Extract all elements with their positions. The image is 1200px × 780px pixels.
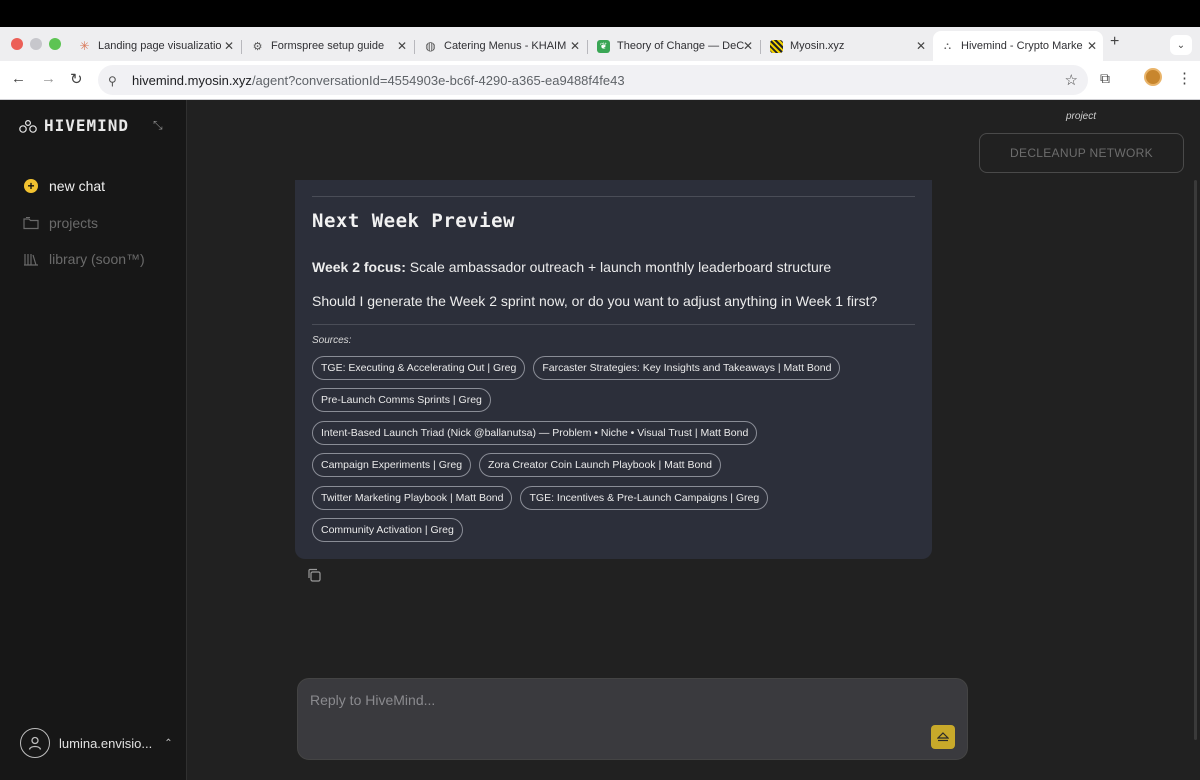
sidebar-item-label: projects [49, 215, 99, 231]
tab-search-chevron-icon[interactable]: ⌄ [1170, 35, 1192, 55]
source-chip-row: TGE: Executing & Accelerating Out | Greg… [312, 356, 848, 380]
source-chip[interactable]: Twitter Marketing Playbook | Matt Bond [312, 486, 513, 510]
chevron-up-icon: ⌃ [164, 737, 173, 749]
source-chip[interactable]: Campaign Experiments | Greg [312, 453, 472, 477]
openai-icon: ⚙ [252, 40, 263, 53]
browser-tab[interactable]: ❦ Theory of Change — DeC ✕ [589, 31, 759, 61]
follow-up-question: Should I generate the Week 2 sprint now,… [312, 293, 878, 309]
tab-title: Myosin.xyz [790, 40, 845, 52]
sidebar-item-label: new chat [49, 178, 106, 194]
eject-arrow-icon [937, 732, 949, 742]
reply-composer[interactable]: Reply to HiveMind... [297, 678, 968, 760]
url-host: hivemind.myosin.xyz [132, 72, 252, 88]
extensions-puzzle-icon[interactable]: ⧉ [1100, 70, 1110, 87]
close-tab-icon[interactable]: ✕ [743, 39, 753, 53]
assistant-message-card: Next Week Preview Week 2 focus: Scale am… [295, 180, 932, 559]
folder-icon [23, 215, 39, 231]
source-chip[interactable]: Community Activation | Greg [312, 518, 463, 542]
tab-separator [760, 40, 761, 54]
library-icon [23, 251, 39, 267]
hivemind-icon: ⛬ [944, 40, 951, 52]
source-chip-row: Pre-Launch Comms Sprints | Greg [312, 388, 499, 412]
myosin-stripes-icon [770, 39, 783, 53]
forward-arrow-icon[interactable]: → [41, 70, 56, 87]
scrollbar[interactable] [1194, 180, 1197, 740]
tab-title: Landing page visualizatio [98, 40, 222, 52]
close-tab-icon[interactable]: ✕ [1087, 39, 1097, 53]
browser-chrome: ✳ Landing page visualizatio ✕ ⚙ Formspre… [0, 27, 1200, 100]
close-tab-icon[interactable]: ✕ [397, 39, 407, 53]
tab-title: Theory of Change — DeC [617, 40, 745, 52]
sources-label: Sources: [312, 335, 352, 346]
browser-tab[interactable]: Myosin.xyz ✕ [762, 31, 932, 61]
new-tab-button[interactable]: + [1110, 33, 1119, 51]
source-chip[interactable]: TGE: Executing & Accelerating Out | Greg [312, 356, 526, 380]
divider [312, 324, 915, 325]
close-tab-icon[interactable]: ✕ [570, 39, 580, 53]
source-chip[interactable]: Pre-Launch Comms Sprints | Greg [312, 388, 491, 412]
send-button[interactable] [931, 725, 955, 749]
url-path: /agent?conversationId=4554903e-bc6f-4290… [251, 72, 625, 88]
tab-separator [587, 40, 588, 54]
plus-circle-icon: + [23, 178, 39, 194]
source-chip[interactable]: Zora Creator Coin Launch Playbook | Matt… [479, 453, 721, 477]
maximize-window-button[interactable] [49, 38, 61, 50]
week-focus-paragraph: Week 2 focus: Scale ambassador outreach … [312, 259, 831, 275]
brand[interactable]: HIVEMIND [18, 116, 129, 135]
browser-menu-icon[interactable]: ⋮ [1177, 69, 1192, 87]
address-bar[interactable]: ⚲ hivemind.myosin.xyz/agent?conversation… [98, 65, 1088, 95]
source-chip[interactable]: Intent-Based Launch Triad (Nick @ballanu… [312, 421, 758, 445]
profile-avatar[interactable] [1144, 68, 1162, 86]
source-chip-row: Intent-Based Launch Triad (Nick @ballanu… [312, 421, 765, 445]
divider [312, 196, 915, 197]
source-chip-row: Campaign Experiments | Greg Zora Creator… [312, 453, 729, 477]
sidebar-item-projects[interactable]: projects [23, 215, 98, 231]
browser-tab[interactable]: ◍ Catering Menus - KHAIM ✕ [416, 31, 586, 61]
browser-tab[interactable]: ✳ Landing page visualizatio ✕ [70, 31, 240, 61]
green-leaf-icon: ❦ [597, 39, 610, 53]
site-settings-icon[interactable]: ⚲ [108, 74, 122, 88]
tab-separator [414, 40, 415, 54]
back-arrow-icon[interactable]: ← [11, 70, 26, 87]
tab-title: Hivemind - Crypto Marke [961, 40, 1083, 52]
screen-top-bar [0, 0, 1200, 27]
tab-strip: ✳ Landing page visualizatio ✕ ⚙ Formspre… [70, 31, 1170, 61]
sidebar-item-new-chat[interactable]: + new chat [23, 178, 105, 194]
reload-icon[interactable]: ↻ [70, 70, 83, 88]
sidebar-item-library[interactable]: library (soon™) [23, 251, 145, 267]
source-chip[interactable]: Farcaster Strategies: Key Insights and T… [533, 356, 841, 380]
user-menu[interactable]: lumina.envisio... ⌃ [20, 728, 173, 758]
brand-name: HIVEMIND [44, 116, 130, 135]
project-label: project [1066, 111, 1097, 122]
sidebar: HIVEMIND ⤡ + new chat projects library (… [0, 100, 187, 780]
claude-sunburst-icon: ✳ [79, 39, 90, 53]
close-window-button[interactable] [11, 38, 23, 50]
focus-label: Week 2 focus: [312, 259, 406, 275]
hivemind-logo-icon [19, 119, 37, 133]
close-tab-icon[interactable]: ✕ [916, 39, 926, 53]
browser-tab-active[interactable]: ⛬ Hivemind - Crypto Marke ✕ [933, 31, 1103, 61]
focus-text: Scale ambassador outreach + launch month… [409, 259, 832, 275]
sidebar-item-label: library (soon™) [49, 251, 145, 267]
user-avatar-icon [20, 728, 50, 758]
source-chip-row: Community Activation | Greg [312, 518, 471, 542]
message-heading: Next Week Preview [312, 210, 515, 232]
globe-icon: ◍ [425, 39, 436, 53]
tab-title: Formspree setup guide [271, 40, 385, 52]
reply-input[interactable]: Reply to HiveMind... [310, 692, 435, 708]
source-chip[interactable]: TGE: Incentives & Pre-Launch Campaigns |… [520, 486, 769, 510]
app-window: HIVEMIND ⤡ + new chat projects library (… [0, 100, 1200, 780]
project-selector-button[interactable]: DECLEANUP NETWORK [979, 133, 1184, 173]
close-tab-icon[interactable]: ✕ [224, 39, 234, 53]
tab-title: Catering Menus - KHAIM [444, 40, 567, 52]
address-bar-row: ← → ↻ ⚲ hivemind.myosin.xyz/agent?conver… [0, 61, 1200, 99]
copy-icon[interactable] [307, 568, 321, 582]
source-chip-row: Twitter Marketing Playbook | Matt Bond T… [312, 486, 776, 510]
user-name: lumina.envisio... [59, 735, 153, 751]
minimize-window-button[interactable] [30, 38, 42, 50]
browser-tab[interactable]: ⚙ Formspree setup guide ✕ [243, 31, 413, 61]
collapse-sidebar-icon[interactable]: ⤡ [153, 118, 163, 133]
bookmark-star-icon[interactable]: ☆ [1065, 71, 1078, 89]
tab-separator [241, 40, 242, 54]
